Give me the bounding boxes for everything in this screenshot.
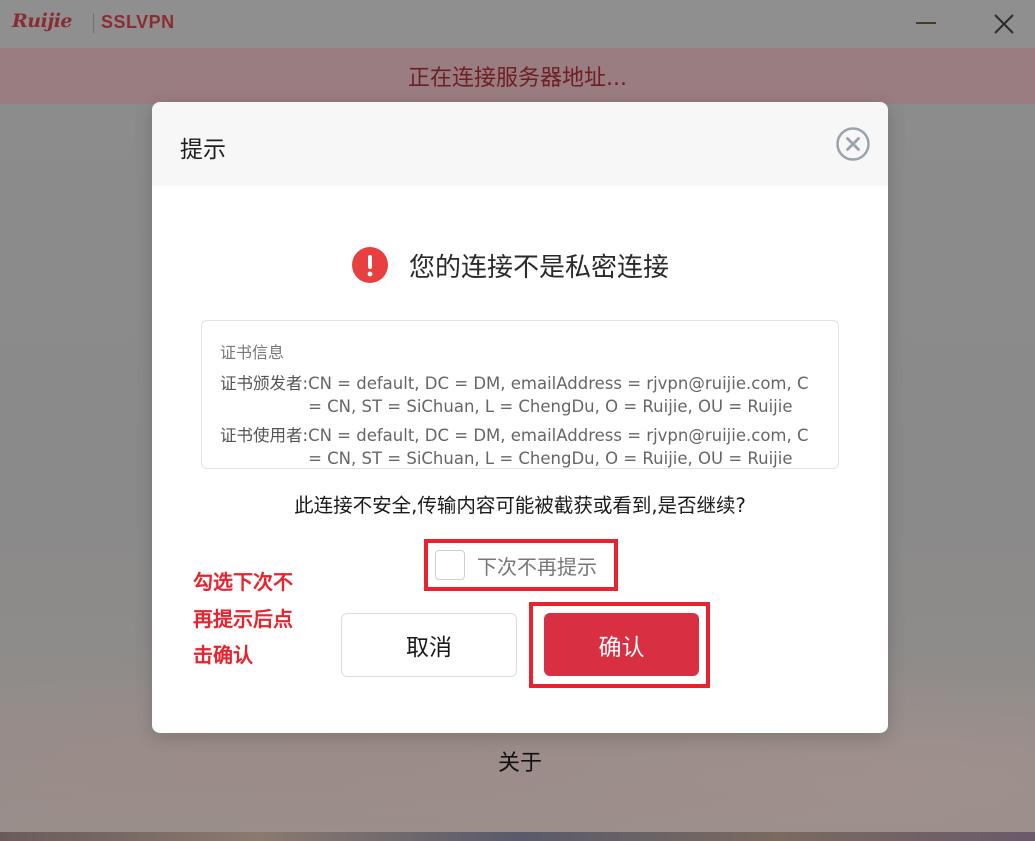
annotation-highlight-checkbox <box>424 539 618 591</box>
logo-divider <box>93 13 94 33</box>
status-text: 正在连接服务器地址... <box>408 66 627 91</box>
continue-question: 此连接不安全,传输内容可能被截获或看到,是否继续? <box>294 494 746 517</box>
cert-subject-row: 证书使用者: CN = default, DC = DM, emailAddre… <box>220 424 820 468</box>
title-bar: Ruijie SSLVPN <box>0 0 1035 48</box>
brand-logo: Ruijie <box>12 10 73 32</box>
annotation-line: 再提示后点 <box>193 606 293 631</box>
close-icon[interactable] <box>990 10 1018 38</box>
cert-subject-label: 证书使用者: <box>220 426 309 445</box>
annotation-line: 击确认 <box>193 643 253 667</box>
instruction-annotation: 勾选下次不 再提示后点 击确认 <box>193 564 313 674</box>
connection-status-bar: 正在连接服务器地址... <box>0 48 1035 104</box>
cancel-button[interactable]: 取消 <box>341 613 517 677</box>
dialog-header: 提示 <box>152 102 888 186</box>
cert-heading: 证书信息 <box>220 343 285 362</box>
cert-subject-value: CN = default, DC = DM, emailAddress = rj… <box>308 426 809 468</box>
about-link[interactable]: 关于 <box>470 745 570 777</box>
exclamation-circle-icon <box>352 247 388 283</box>
warning-headline: 您的连接不是私密连接 <box>352 245 669 285</box>
circle-close-icon[interactable] <box>835 126 871 162</box>
minimize-icon[interactable] <box>913 12 939 36</box>
certificate-info-box[interactable]: 证书信息 证书颁发者: CN = default, DC = DM, email… <box>201 320 839 469</box>
annotation-highlight-confirm <box>529 602 710 688</box>
cert-issuer-value: CN = default, DC = DM, emailAddress = rj… <box>308 374 809 416</box>
warning-title: 您的连接不是私密连接 <box>409 252 670 283</box>
cert-issuer-row: 证书颁发者: CN = default, DC = DM, emailAddre… <box>220 372 820 418</box>
product-name: SSLVPN <box>101 12 175 32</box>
annotation-line: 勾选下次不 <box>193 570 293 594</box>
dialog-title: 提示 <box>180 137 226 163</box>
cert-issuer-label: 证书颁发者: <box>220 374 309 393</box>
background-image-strip <box>0 832 1035 841</box>
